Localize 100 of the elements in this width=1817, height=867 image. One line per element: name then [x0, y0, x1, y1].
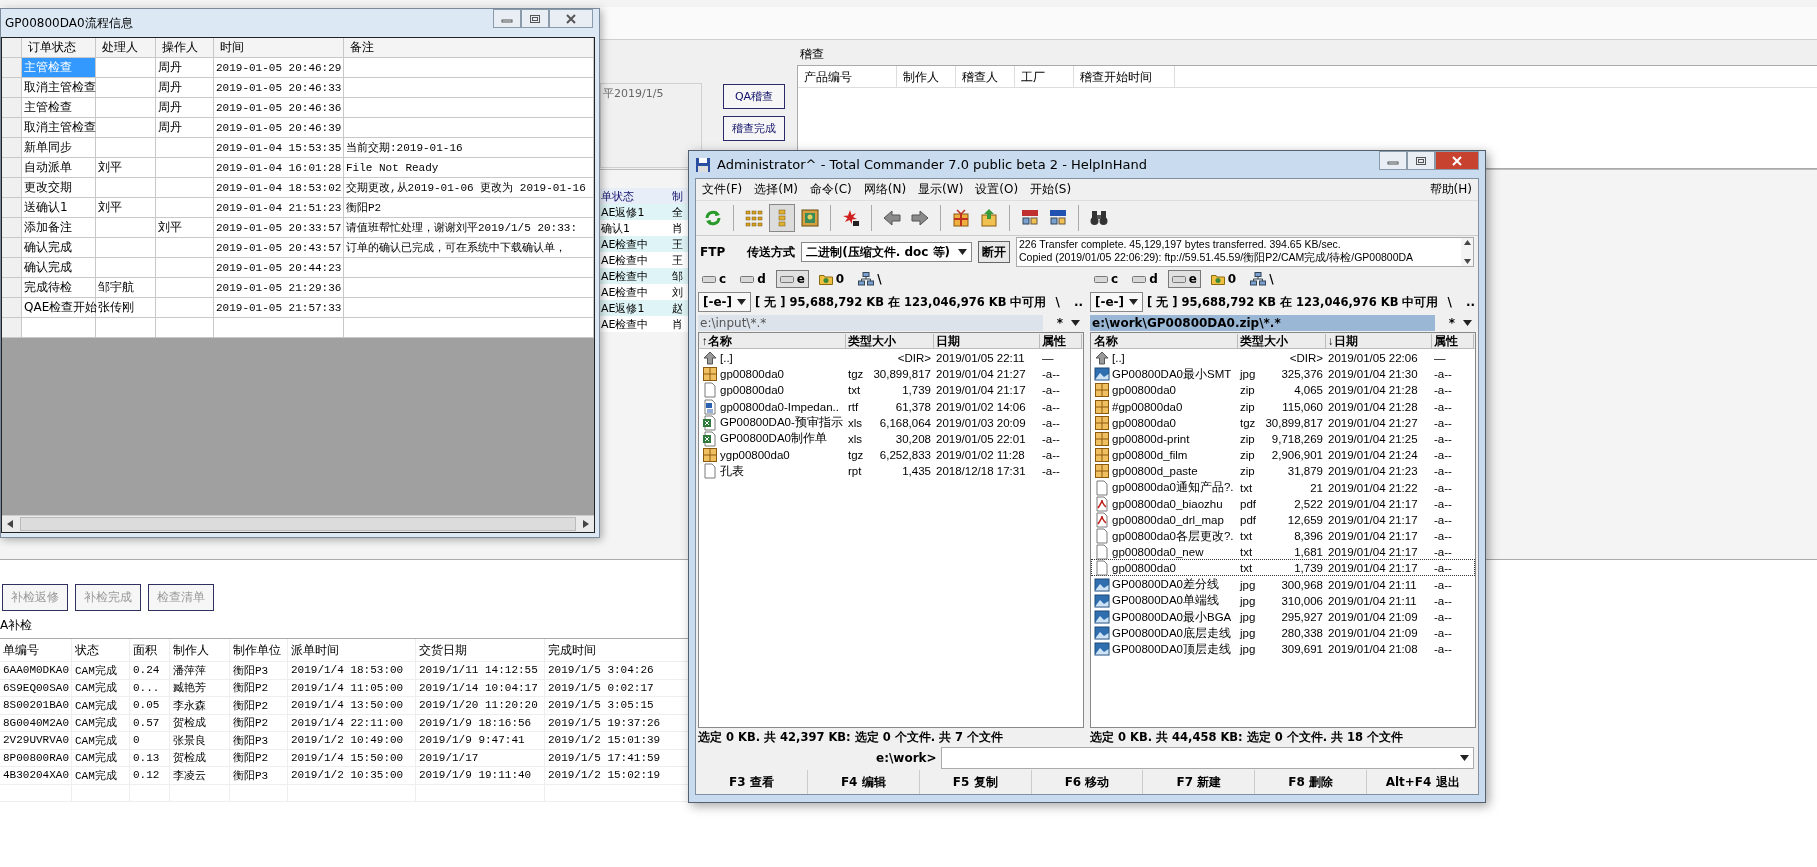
table-cell[interactable]: 取消主管检查 [22, 118, 96, 138]
drive-button[interactable]: d [736, 270, 770, 288]
file-row[interactable]: GP00800DA0最小BGA jpg 295,927 2019/01/04 21:09 -a-- [1091, 608, 1475, 625]
file-row[interactable]: gp00800da0通知产品?. txt 21 2019/01/04 21:22 -a-- [1091, 478, 1475, 495]
file-row[interactable]: ygp00800da0 tgz 6,252,833 2019/01/02 11:28 -a-- [699, 446, 1083, 463]
column-header[interactable]: 备注 [344, 38, 594, 58]
menu-item[interactable]: 文件(F) [696, 181, 749, 198]
column-header[interactable]: 稽查开始时间 [1074, 66, 1175, 87]
file-row[interactable]: GP00800DA0单端线 jpg 310,006 2019/01/04 21:11 -a-- [1091, 591, 1475, 608]
file-name: gp00800da0 [1112, 384, 1176, 397]
filter-dropdown[interactable]: * [1434, 316, 1476, 330]
file-row[interactable]: GP00800DA0-预审指示 xls 6,168,064 2019/01/03 20:09 -a-- [699, 413, 1083, 430]
file-row[interactable]: gp00800da0 tgz 30,899,817 2019/01/04 21:27 -a-- [1091, 413, 1475, 430]
drive-button[interactable]: 0 [814, 270, 849, 288]
column-header[interactable]: 处理人 [96, 38, 156, 58]
column-header[interactable]: 时间 [214, 38, 344, 58]
file-row[interactable]: gp00800d-print zip 9,718,269 2019/01/04 21:25 -a-- [1091, 429, 1475, 447]
file-row[interactable]: gp00800da0_biaozhu pdf 2,522 2019/01/04 21:17 -a-- [1091, 494, 1475, 511]
column-header[interactable]: 大小 [1262, 334, 1326, 349]
column-header[interactable]: 名称 [1092, 334, 1238, 349]
table-cell[interactable]: 完成待检 [22, 278, 96, 298]
parent-button[interactable]: .. [1460, 295, 1480, 309]
file-row[interactable]: gp00800da0_drl_map pdf 12,659 2019/01/04 21:17 -a-- [1091, 510, 1475, 528]
drive-button[interactable]: c [1090, 270, 1123, 288]
file-row[interactable]: #gp00800da0 zip 115,060 2019/01/04 21:28 -a-- [1091, 397, 1475, 414]
column-header[interactable]: 单状态 [600, 188, 671, 204]
menu-item[interactable]: 帮助(H) [1423, 181, 1478, 198]
column-header[interactable]: ↑名称 [700, 334, 846, 349]
file-row[interactable]: gp00800d_paste zip 31,879 2019/01/04 21:23 -a-- [1091, 462, 1475, 479]
column-header[interactable]: 操作人 [156, 38, 214, 58]
column-header[interactable]: 面积 [130, 639, 170, 661]
file-row[interactable]: GP00800DA0顶层走线 jpg 309,691 2019/01/04 21:08 -a-- [1091, 640, 1475, 657]
table-cell[interactable]: 新单同步 [22, 138, 96, 158]
table-cell[interactable]: 送确认1 [22, 198, 96, 218]
menu-item[interactable]: 网络(N) [857, 181, 913, 198]
file-row[interactable]: [..] <DIR> 2019/01/05 22:06 — [1091, 349, 1475, 366]
file-row[interactable]: gp00800da0各层更改?. txt 8,396 2019/01/04 21:17 -a-- [1091, 527, 1475, 544]
column-header[interactable]: 制作单位 [230, 639, 288, 661]
column-header[interactable]: 单编号 [0, 639, 72, 661]
table-cell: 2019-01-05 20:46:36 [214, 98, 344, 118]
column-header[interactable]: 制作人 [897, 66, 956, 87]
table-cell[interactable]: 自动派单 [22, 158, 96, 178]
table-cell[interactable]: 确认完成 [22, 258, 96, 278]
audit-button[interactable]: QA稽查 [723, 84, 785, 109]
table-cell[interactable]: 取消主管检查 [22, 78, 96, 98]
file-row[interactable]: gp00800da0_new txt 1,681 2019/01/04 21:17 -a-- [1091, 543, 1475, 560]
column-header[interactable]: 制 [671, 188, 683, 204]
column-header[interactable]: 制作人 [170, 639, 230, 661]
drive-button[interactable]: e [775, 270, 809, 288]
file-row[interactable]: gp00800da0 tgz 30,899,817 2019/01/04 21:27 -a-- [699, 365, 1083, 382]
column-header[interactable]: 日期 [934, 334, 1040, 349]
parent-button[interactable]: .. [1068, 295, 1088, 309]
table-cell[interactable]: 主管检查 [22, 98, 96, 118]
column-header[interactable]: 订单状态 [22, 38, 96, 58]
file-row[interactable]: 孔表 rpt 1,435 2018/12/18 17:31 -a-- [699, 462, 1083, 479]
file-row[interactable]: [..] <DIR> 2019/01/05 22:11 — [699, 349, 1083, 366]
audit-button[interactable]: 稽查完成 [723, 116, 785, 141]
file-row[interactable]: gp00800da0 zip 4,065 2019/01/04 21:28 -a-- [1091, 381, 1475, 398]
drive-button[interactable]: d [1128, 270, 1162, 288]
drive-button[interactable]: 0 [1206, 270, 1241, 288]
menu-item[interactable]: 显示(W) [912, 181, 970, 198]
menu-item[interactable]: 选择(M) [748, 181, 804, 198]
file-row[interactable]: GP00800DA0制作单 xls 30,208 2019/01/05 22:01 -a-- [699, 429, 1083, 447]
table-cell[interactable]: 添加备注 [22, 218, 96, 238]
file-row[interactable]: GP00800DA0最小SMT jpg 325,376 2019/01/04 21:30 -a-- [1091, 365, 1475, 382]
menu-item[interactable]: 开始(S) [1024, 181, 1078, 198]
menu-item[interactable]: 命令(C) [804, 181, 858, 198]
column-header[interactable]: 属性 [1432, 334, 1474, 349]
file-row[interactable]: GP00800DA0底层走线 jpg 280,338 2019/01/04 21:09 -a-- [1091, 624, 1475, 641]
column-header[interactable]: 产品编号 [798, 66, 897, 87]
menu-item[interactable]: 设置(O) [969, 181, 1025, 198]
column-header[interactable]: 派单时间 [288, 639, 416, 661]
file-row[interactable]: GP00800DA0差分线 jpg 300,968 2019/01/04 21:11 -a-- [1091, 575, 1475, 592]
root-button[interactable]: \ [1050, 295, 1065, 309]
file-row[interactable]: gp00800da0 txt 1,739 2019/01/04 21:17 -a-- [1091, 559, 1475, 576]
column-header[interactable]: 交货日期 [416, 639, 545, 661]
file-type: xls [847, 432, 864, 445]
drive-dropdown[interactable]: [-e-] [698, 292, 752, 312]
disconnect-button[interactable]: 断开 [978, 241, 1011, 263]
filter-dropdown[interactable]: * [1042, 316, 1084, 330]
drive-button[interactable]: c [698, 270, 731, 288]
drive-button[interactable]: \ [1246, 270, 1278, 288]
file-row[interactable]: gp00800d_film zip 2,906,901 2019/01/04 21:24 -a-- [1091, 446, 1475, 463]
column-header[interactable]: 属性 [1040, 334, 1082, 349]
table-cell[interactable]: QAE检查开始 [22, 298, 96, 318]
drive-button[interactable]: e [1167, 270, 1201, 288]
drive-button[interactable]: \ [854, 270, 886, 288]
column-header[interactable]: 大小 [870, 334, 934, 349]
table-cell[interactable]: 确认完成 [22, 238, 96, 258]
drive-dropdown[interactable]: [-e-] [1090, 292, 1144, 312]
file-row[interactable]: gp00800da0-Impedan.. rtf 61,378 2019/01/02 14:06 -a-- [699, 397, 1083, 414]
column-header[interactable]: 工厂 [1015, 66, 1074, 87]
table-cell-text: 确认1 [600, 220, 631, 236]
table-cell[interactable]: 更改交期 [22, 178, 96, 198]
column-header[interactable]: ↓日期 [1326, 334, 1432, 349]
column-header[interactable]: 状态 [72, 639, 130, 661]
column-header[interactable]: 稽查人 [956, 66, 1015, 87]
file-row[interactable]: gp00800da0 txt 1,739 2019/01/04 21:17 -a-- [699, 381, 1083, 398]
transfer-mode-dropdown[interactable]: 二进制(压缩文件. doc 等) [801, 242, 973, 262]
root-button[interactable]: \ [1442, 295, 1457, 309]
